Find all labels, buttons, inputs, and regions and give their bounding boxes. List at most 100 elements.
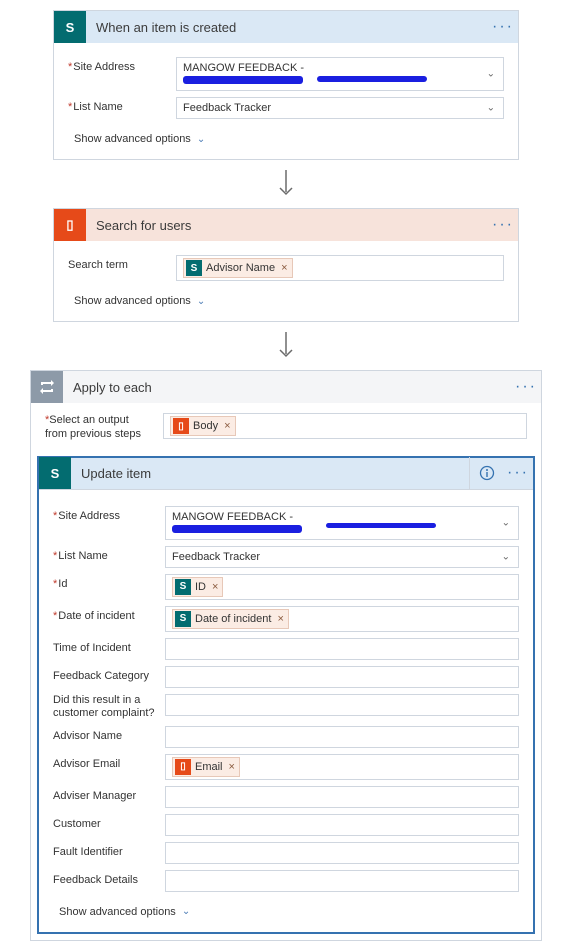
feedback-details-input[interactable] — [165, 870, 519, 892]
token-date-incident[interactable]: S Date of incident × — [172, 609, 289, 629]
office-icon: ▯ — [54, 209, 86, 241]
token-label: Date of incident — [195, 613, 271, 625]
token-remove-icon[interactable]: × — [229, 761, 235, 773]
list-name-value: Feedback Tracker — [183, 102, 271, 114]
token-label: Body — [193, 420, 218, 432]
advanced-label: Show advanced options — [74, 133, 191, 145]
select-output-label: *Select an output from previous steps — [45, 413, 153, 442]
info-button[interactable] — [469, 457, 503, 489]
step2-title: Search for users — [86, 218, 488, 233]
step1-advanced-toggle[interactable]: Show advanced options ⌄ — [68, 125, 504, 153]
feedback-details-label: Feedback Details — [53, 870, 165, 887]
redaction-mark — [172, 525, 302, 533]
site-address-value: MANGOW FEEDBACK - — [183, 62, 304, 74]
sharepoint-icon: S — [54, 11, 86, 43]
step-update-item: S Update item ··· *Site Address MANGOW F… — [37, 456, 535, 934]
list-name-input[interactable]: Feedback Tracker ⌄ — [176, 97, 504, 119]
office-icon: ▯ — [175, 759, 191, 775]
token-remove-icon[interactable]: × — [281, 262, 287, 274]
step3-header[interactable]: Apply to each ··· — [31, 371, 541, 403]
select-output-row: *Select an output from previous steps ▯ … — [31, 403, 541, 446]
sharepoint-icon: S — [175, 579, 191, 595]
token-label: ID — [195, 581, 206, 593]
advisor-name-row: Advisor Name — [53, 726, 519, 748]
customer-input[interactable] — [165, 814, 519, 836]
step2-body: Search term S Advisor Name × Show advanc… — [54, 241, 518, 321]
site-address-label: *Site Address — [68, 57, 176, 74]
step2-advanced-toggle[interactable]: Show advanced options ⌄ — [68, 287, 504, 315]
site-address-label: *Site Address — [53, 506, 165, 523]
update-item-title: Update item — [71, 466, 469, 481]
step1-menu-button[interactable]: ··· — [488, 18, 518, 36]
time-incident-label: Time of Incident — [53, 638, 165, 655]
step2-header[interactable]: ▯ Search for users ··· — [54, 209, 518, 241]
date-incident-label: *Date of incident — [53, 606, 165, 623]
token-remove-icon[interactable]: × — [277, 613, 283, 625]
list-name-value: Feedback Tracker — [172, 551, 260, 563]
advisor-email-row: Advisor Email ▯ Email × — [53, 754, 519, 780]
update-item-menu-button[interactable]: ··· — [503, 464, 533, 482]
office-icon: ▯ — [173, 418, 189, 434]
chevron-down-icon: ⌄ — [487, 69, 495, 80]
step-when-item-created: S When an item is created ··· *Site Addr… — [53, 10, 519, 160]
date-incident-input[interactable]: S Date of incident × — [165, 606, 519, 632]
update-item-advanced-toggle[interactable]: Show advanced options ⌄ — [53, 898, 519, 926]
select-output-input[interactable]: ▯ Body × — [163, 413, 527, 439]
feedback-category-input[interactable] — [165, 666, 519, 688]
token-remove-icon[interactable]: × — [224, 420, 230, 432]
chevron-down-icon: ⌄ — [487, 103, 495, 114]
chevron-down-icon: ⌄ — [182, 906, 190, 917]
token-email[interactable]: ▯ Email × — [172, 757, 240, 777]
list-name-row: *List Name Feedback Tracker ⌄ — [53, 546, 519, 568]
list-name-label: *List Name — [68, 97, 176, 114]
complaint-row: Did this result in a customer complaint? — [53, 694, 519, 720]
adviser-manager-input[interactable] — [165, 786, 519, 808]
token-body[interactable]: ▯ Body × — [170, 416, 236, 436]
redaction-mark — [317, 76, 427, 82]
fault-identifier-input[interactable] — [165, 842, 519, 864]
fault-identifier-label: Fault Identifier — [53, 842, 165, 859]
advanced-label: Show advanced options — [59, 906, 176, 918]
fault-identifier-row: Fault Identifier — [53, 842, 519, 864]
search-term-input[interactable]: S Advisor Name × — [176, 255, 504, 281]
token-advisor-name[interactable]: S Advisor Name × — [183, 258, 293, 278]
complaint-input[interactable] — [165, 694, 519, 716]
chevron-down-icon: ⌄ — [197, 134, 205, 145]
site-address-input[interactable]: MANGOW FEEDBACK - ⌄ — [165, 506, 519, 540]
time-incident-row: Time of Incident — [53, 638, 519, 660]
list-name-row: *List Name Feedback Tracker ⌄ — [68, 97, 504, 119]
step1-header[interactable]: S When an item is created ··· — [54, 11, 518, 43]
chevron-down-icon: ⌄ — [502, 517, 510, 528]
site-address-row: *Site Address MANGOW FEEDBACK - ⌄ — [53, 506, 519, 540]
token-id[interactable]: S ID × — [172, 577, 223, 597]
list-name-input[interactable]: Feedback Tracker ⌄ — [165, 546, 519, 568]
step1-title: When an item is created — [86, 20, 488, 35]
advisor-email-input[interactable]: ▯ Email × — [165, 754, 519, 780]
date-incident-row: *Date of incident S Date of incident × — [53, 606, 519, 632]
token-label: Email — [195, 761, 223, 773]
id-input[interactable]: S ID × — [165, 574, 519, 600]
feedback-category-row: Feedback Category — [53, 666, 519, 688]
token-remove-icon[interactable]: × — [212, 581, 218, 593]
update-item-header[interactable]: S Update item ··· — [39, 458, 533, 490]
site-address-input[interactable]: MANGOW FEEDBACK - ⌄ — [176, 57, 504, 91]
step3-title: Apply to each — [63, 380, 511, 395]
site-address-row: *Site Address MANGOW FEEDBACK - ⌄ — [68, 57, 504, 91]
customer-row: Customer — [53, 814, 519, 836]
time-incident-input[interactable] — [165, 638, 519, 660]
redaction-mark — [183, 76, 303, 84]
chevron-down-icon: ⌄ — [502, 551, 510, 562]
step-search-for-users: ▯ Search for users ··· Search term S Adv… — [53, 208, 519, 322]
flow-arrow — [10, 332, 562, 360]
search-term-row: Search term S Advisor Name × — [68, 255, 504, 281]
complaint-label: Did this result in a customer complaint? — [53, 694, 165, 720]
step3-menu-button[interactable]: ··· — [511, 378, 541, 396]
step2-menu-button[interactable]: ··· — [488, 216, 518, 234]
advisor-email-label: Advisor Email — [53, 754, 165, 771]
id-label: *Id — [53, 574, 165, 591]
sharepoint-icon: S — [175, 611, 191, 627]
step1-body: *Site Address MANGOW FEEDBACK - ⌄ *List … — [54, 43, 518, 159]
advisor-name-input[interactable] — [165, 726, 519, 748]
advanced-label: Show advanced options — [74, 295, 191, 307]
redaction-mark — [326, 523, 436, 528]
